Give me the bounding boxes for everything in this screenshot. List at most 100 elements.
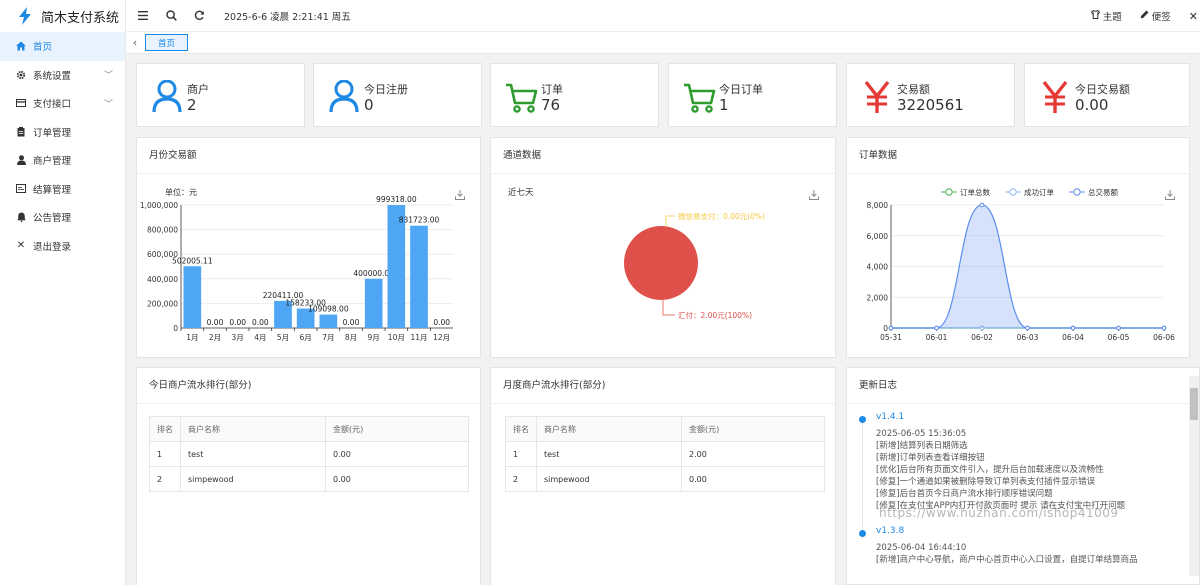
yen-icon bbox=[1042, 80, 1068, 113]
download-icon[interactable] bbox=[1165, 190, 1175, 203]
bar[interactable] bbox=[319, 314, 338, 328]
legend-label[interactable]: 成功订单 bbox=[1024, 187, 1054, 197]
y-tick-label: 2,000 bbox=[867, 293, 889, 302]
theme-button[interactable]: 主题 bbox=[1090, 9, 1122, 23]
chevron-left-icon[interactable]: ‹ bbox=[128, 36, 142, 49]
sidebar-item-label: 商户管理 bbox=[33, 156, 72, 168]
scrollbar[interactable] bbox=[1189, 376, 1199, 576]
sidebar-item-home[interactable]: 首页 bbox=[0, 32, 125, 61]
sidebar-item-label: 公告管理 bbox=[33, 213, 72, 225]
stat-value: 1 bbox=[719, 96, 729, 114]
x-tick-label: 6月 bbox=[300, 333, 312, 342]
legend-label[interactable]: 订单总数 bbox=[960, 187, 990, 197]
close-icon[interactable]: ✕ bbox=[1189, 10, 1198, 23]
sidebar: 简木支付系统 首页 系统设置 ﹀ 支付接口 ﹀ 订单管理 商户管理 结算管理 公… bbox=[0, 0, 126, 585]
x-tick-label: 06-06 bbox=[1153, 333, 1175, 342]
sidebar-item-payment[interactable]: 支付接口 ﹀ bbox=[0, 89, 125, 118]
changelog-entry: v1.3.8 2025-06-04 16:44:10 [新增]商户中心导航，商户… bbox=[859, 526, 1183, 566]
column-header: 金额(元) bbox=[681, 416, 825, 442]
table-header-row: 排名 商户名称 金额(元) bbox=[505, 416, 825, 442]
pie-subtitle: 近七天 bbox=[508, 187, 534, 198]
bar-value-label: 0.00 bbox=[343, 318, 360, 327]
lightning-icon bbox=[19, 7, 31, 25]
sidebar-item-announcements[interactable]: 公告管理 bbox=[0, 203, 125, 232]
data-point[interactable] bbox=[888, 325, 894, 331]
sidebar-item-settings[interactable]: 系统设置 ﹀ bbox=[0, 61, 125, 90]
bar-value-label: 0.00 bbox=[433, 318, 450, 327]
table-row: 1 test 0.00 bbox=[149, 441, 469, 467]
x-tick-label: 12月 bbox=[433, 333, 450, 342]
data-point[interactable] bbox=[1161, 325, 1167, 331]
order-data-card: 订单数据 订单总数 成功订单 总交易额 0 2,000 4,000 6,000 8,000 0… bbox=[846, 137, 1190, 358]
monthly-volume-card: 月份交易额 单位：元 0 200,000 400,000 600,000 800,000… bbox=[136, 137, 481, 358]
changelog-timeline: v1.4.1 2025-06-05 15:36:05 [新增]结算列表日期筛选 … bbox=[859, 412, 1183, 566]
tab-bar: ‹ 首页 bbox=[126, 32, 1200, 54]
cart-icon bbox=[506, 83, 538, 113]
notes-label: 便签 bbox=[1151, 12, 1171, 23]
today-rank-card: 今日商户流水排行(部分) 排名 商户名称 金额(元) 1 test 0.00 2… bbox=[136, 367, 481, 585]
entry-line: [新增]结算列表日期筛选 bbox=[876, 441, 968, 451]
card-title: 通道数据 bbox=[491, 138, 835, 174]
stat-label: 今日注册 bbox=[364, 83, 408, 96]
pie-slice-huifu[interactable] bbox=[624, 226, 698, 300]
merchant-cell: simpewood bbox=[180, 466, 326, 492]
entry-line: [新增]订单列表查看详细按钮 bbox=[876, 453, 985, 463]
pie-leader-huifu bbox=[662, 300, 675, 316]
yen-icon bbox=[864, 80, 890, 113]
legend-label[interactable]: 总交易额 bbox=[1088, 187, 1118, 197]
shirt-icon bbox=[1090, 9, 1100, 22]
scrollbar-thumb[interactable] bbox=[1190, 388, 1198, 420]
bar[interactable] bbox=[410, 225, 428, 328]
app-logo[interactable]: 简木支付系统 bbox=[0, 0, 125, 32]
changelog-entry: v1.4.1 2025-06-05 15:36:05 [新增]结算列表日期筛选 … bbox=[859, 412, 1183, 539]
data-point[interactable] bbox=[1070, 325, 1076, 331]
x-tick-label: 7月 bbox=[322, 333, 334, 342]
bar[interactable] bbox=[364, 278, 383, 328]
search-icon[interactable] bbox=[160, 5, 182, 27]
user-icon bbox=[329, 80, 359, 113]
column-header: 商户名称 bbox=[180, 416, 326, 442]
data-point[interactable] bbox=[934, 325, 939, 331]
stat-card-today-registrations: 今日注册 0 bbox=[313, 63, 482, 127]
download-icon[interactable] bbox=[455, 190, 465, 203]
card-title: 月度商户流水排行(部分) bbox=[491, 368, 835, 404]
wallet-icon bbox=[16, 184, 26, 194]
version-label: v1.4.1 bbox=[876, 412, 905, 422]
refresh-icon[interactable] bbox=[188, 5, 210, 27]
x-tick-label: 06-02 bbox=[971, 333, 993, 342]
unit-label: 单位：元 bbox=[165, 187, 197, 197]
stat-value: 0 bbox=[364, 96, 374, 114]
rank-cell: 1 bbox=[505, 441, 537, 467]
tab-home[interactable]: 首页 bbox=[145, 34, 189, 51]
card-title: 订单数据 bbox=[847, 138, 1189, 174]
channel-pie-chart: 近七天 微信易支付：0.00元(0%) 汇付：2.00元(100%) bbox=[508, 187, 765, 320]
pie-label-huifu: 汇付：2.00元(100%) bbox=[678, 310, 752, 320]
top-header: 2025-6-6 凌晨 2:21:41 周五 主题 便签 ✕ bbox=[126, 0, 1200, 32]
download-icon[interactable] bbox=[809, 190, 819, 203]
notes-button[interactable]: 便签 bbox=[1140, 9, 1171, 23]
legend-swatch bbox=[945, 188, 953, 196]
stat-value: 0.00 bbox=[1075, 96, 1109, 114]
entry-line: [新增]商户中心导航，商户中心首页中心入口设置，自提订单结算商品 bbox=[876, 555, 1138, 565]
sidebar-item-orders[interactable]: 订单管理 bbox=[0, 118, 125, 147]
x-tick-label: 1月 bbox=[186, 333, 198, 342]
x-tick-label: 9月 bbox=[368, 333, 380, 342]
data-point[interactable] bbox=[1025, 325, 1030, 331]
rank-cell: 2 bbox=[149, 466, 181, 492]
sidebar-item-logout[interactable]: ✕ 退出登录 bbox=[0, 232, 125, 261]
bar[interactable] bbox=[183, 266, 202, 328]
monthly-bar-chart: 单位：元 0200,000400,000600,000800,0001,000,… bbox=[140, 187, 453, 342]
channel-data-card: 通道数据 近七天 微信易支付：0.00元(0%) 汇付：2.00元(100%) bbox=[490, 137, 836, 358]
data-point[interactable] bbox=[1116, 325, 1121, 331]
bar-value-label: 999318.00 bbox=[376, 195, 417, 204]
menu-toggle-icon[interactable] bbox=[132, 5, 154, 27]
data-point[interactable] bbox=[979, 202, 985, 208]
stat-card-merchants: 商户 2 bbox=[136, 63, 305, 127]
sidebar-item-settlement[interactable]: 结算管理 bbox=[0, 175, 125, 204]
sidebar-menu: 首页 系统设置 ﹀ 支付接口 ﹀ 订单管理 商户管理 结算管理 公告管理 ✕ 退… bbox=[0, 32, 125, 260]
entry-time: 2025-06-05 15:36:05 bbox=[876, 429, 967, 439]
x-tick-label: 2月 bbox=[209, 333, 221, 342]
sidebar-item-merchants[interactable]: 商户管理 bbox=[0, 146, 125, 175]
y-tick-label: 6,000 bbox=[867, 232, 889, 241]
x-tick-label: 06-03 bbox=[1017, 333, 1039, 342]
